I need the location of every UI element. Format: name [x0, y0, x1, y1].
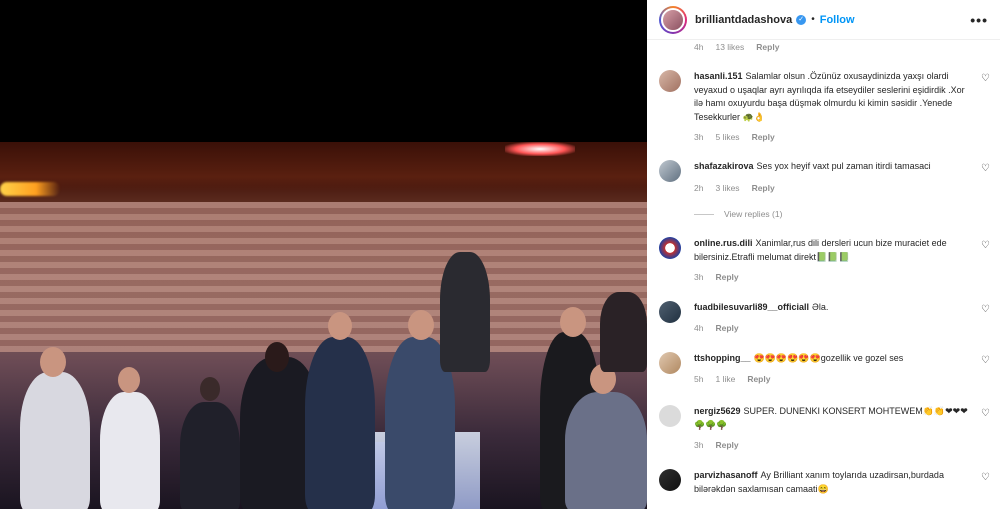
video-person-head [40, 347, 66, 377]
comment-username[interactable]: online.rus.dili [694, 238, 753, 248]
comment-likes[interactable]: 1 like [715, 373, 735, 387]
comment-meta: 3h 5 likes Reply [694, 131, 974, 145]
comment-body: fuadbilesuvarli89__officiall Əla. 4h Repl… [694, 301, 974, 335]
comment-body: nergiz5629 SUPER. DUNENKI KONSERT MOHTEWE… [694, 405, 974, 453]
comment-username[interactable]: fuadbilesuvarli89__officiall [694, 302, 809, 312]
comment-body: hasanli.151 Salamlar olsun .Özünüz oxusay… [694, 70, 974, 145]
comment-meta: 4h Reply [694, 322, 974, 336]
header-separator: • [811, 14, 815, 25]
video-person-head [328, 312, 352, 340]
comment-time[interactable]: 3h [694, 439, 703, 453]
commenter-avatar[interactable] [659, 70, 681, 92]
video-person-head [200, 377, 220, 401]
comment-text: 😍😍😍😍😍😍gozellik ve gozel ses [753, 353, 904, 363]
comment-likes[interactable]: 3 likes [715, 182, 739, 196]
comment-likes[interactable]: 13 likes [715, 42, 744, 52]
author-username[interactable]: brilliantdadashova [695, 14, 792, 26]
heart-icon[interactable]: ♡ [981, 73, 990, 84]
reply-button[interactable]: Reply [752, 182, 775, 196]
comment-likes[interactable]: 5 likes [715, 131, 739, 145]
video-stage-light [0, 182, 60, 196]
comment-meta: 3h Reply [694, 439, 974, 453]
comment-time[interactable]: 5h [694, 373, 703, 387]
view-replies-line [694, 213, 714, 215]
comment-text: Ses yox heyif vaxt pul zaman itirdi tama… [756, 161, 931, 171]
author-avatar[interactable] [659, 5, 687, 34]
video-person [305, 337, 375, 509]
comment-meta: 2h 3 likes Reply [694, 182, 974, 196]
comment-username[interactable]: ttshopping__ [694, 353, 751, 363]
more-options-icon[interactable]: ••• [970, 12, 988, 28]
comment-body: parvizhasanoff Ay Brilliant xanım toyları… [694, 469, 974, 496]
view-replies-label: View replies (1) [724, 209, 783, 219]
comment-username[interactable]: parvizhasanoff [694, 470, 758, 480]
comment-body: ttshopping__ 😍😍😍😍😍😍gozellik ve gozel ses … [694, 352, 974, 386]
heart-icon[interactable]: ♡ [981, 163, 990, 174]
reply-button[interactable]: Reply [715, 439, 738, 453]
comments-panel: brilliantdadashova ✓ • Follow ••• 4h 13 … [647, 0, 1000, 509]
comment-time[interactable]: 3h [694, 271, 703, 285]
heart-icon[interactable]: ♡ [981, 355, 990, 366]
reply-button[interactable]: Reply [756, 42, 779, 52]
video-person-head [118, 367, 140, 393]
video-person [100, 392, 160, 509]
comment-time[interactable]: 2h [694, 182, 703, 196]
video-person [600, 292, 647, 372]
comment-username[interactable]: hasanli.151 [694, 71, 743, 81]
comment-meta: 3h Reply [694, 271, 974, 285]
comment-text: Əla. [812, 302, 829, 312]
view-replies-button[interactable]: View replies (1) [694, 209, 782, 219]
reply-button[interactable]: Reply [715, 271, 738, 285]
video-red-light [505, 142, 575, 156]
follow-button[interactable]: Follow [820, 14, 855, 26]
video-person-head [560, 307, 586, 337]
comment-time[interactable]: 3h [694, 131, 703, 145]
commenter-avatar[interactable] [659, 469, 681, 491]
video-person [20, 372, 90, 509]
comment-body: shafazakirova Ses yox heyif vaxt pul zama… [694, 160, 974, 195]
verified-badge-icon: ✓ [796, 14, 807, 25]
heart-icon[interactable]: ♡ [981, 240, 990, 251]
reply-button[interactable]: Reply [752, 131, 775, 145]
comment-meta: 4h 13 likes Reply [694, 42, 779, 52]
comment-username[interactable]: nergiz5629 [694, 406, 741, 416]
comment-body: online.rus.dili Xanimlar,rus dili dersler… [694, 237, 974, 285]
comment-time[interactable]: 4h [694, 322, 703, 336]
heart-icon[interactable]: ♡ [981, 472, 990, 483]
video-person-head [265, 342, 289, 372]
commenter-avatar[interactable] [659, 160, 681, 182]
commenter-avatar[interactable] [659, 237, 681, 259]
video-frame[interactable] [0, 142, 647, 509]
heart-icon[interactable]: ♡ [981, 304, 990, 315]
comment-time[interactable]: 4h [694, 42, 703, 52]
video-person [440, 252, 490, 372]
video-person [565, 392, 647, 509]
commenter-avatar[interactable] [659, 405, 681, 427]
video-person-head [408, 310, 434, 340]
comment-username[interactable]: shafazakirova [694, 161, 754, 171]
reply-button[interactable]: Reply [747, 373, 770, 387]
commenter-avatar[interactable] [659, 301, 681, 323]
video-person [180, 402, 240, 509]
post-header: brilliantdadashova ✓ • Follow ••• [647, 0, 1000, 40]
video-auditorium-seats [0, 202, 647, 352]
heart-icon[interactable]: ♡ [981, 408, 990, 419]
comment-meta: 5h 1 like Reply [694, 373, 974, 387]
post-media[interactable] [0, 0, 647, 509]
reply-button[interactable]: Reply [715, 322, 738, 336]
commenter-avatar[interactable] [659, 352, 681, 374]
